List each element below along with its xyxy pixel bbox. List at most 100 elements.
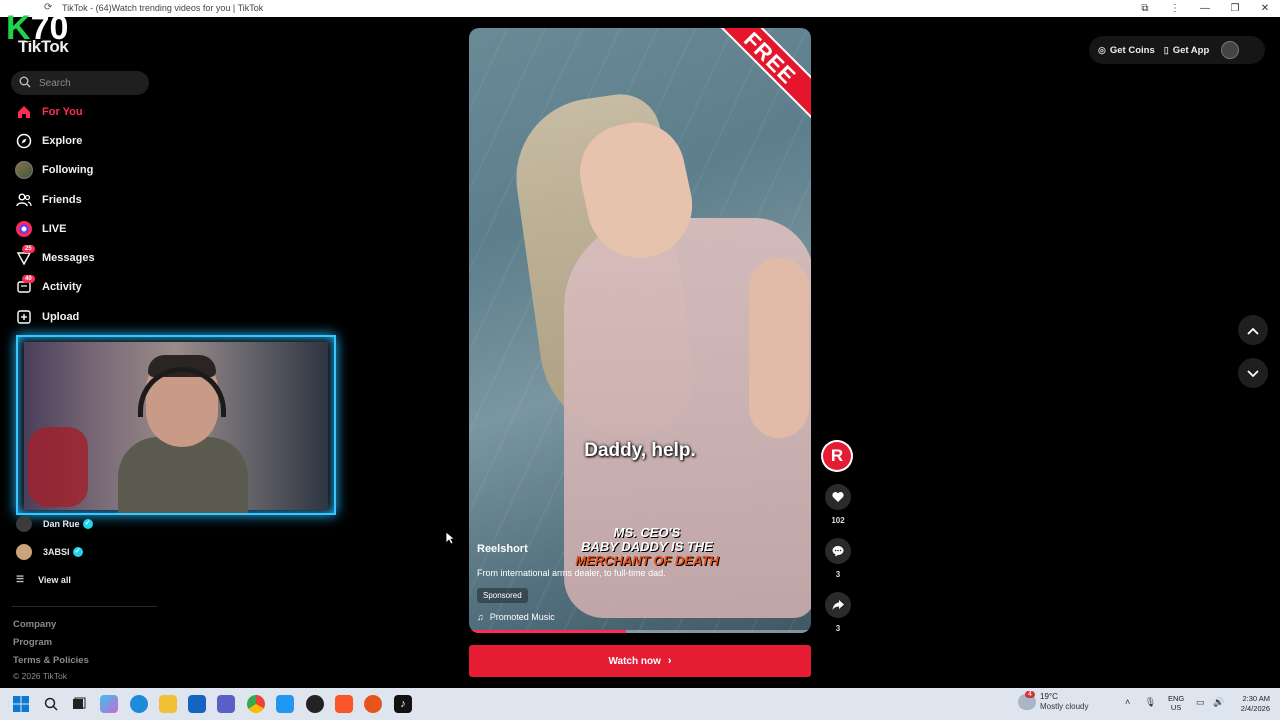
share-icon — [832, 600, 844, 610]
copilot-icon[interactable] — [100, 695, 118, 713]
sidebar-divider — [12, 606, 157, 607]
watch-now-button[interactable]: Watch now › — [469, 645, 811, 677]
edge-icon[interactable] — [130, 695, 148, 713]
avatar — [16, 516, 32, 532]
overlay-k-letter: K — [6, 9, 31, 47]
previous-video-button[interactable] — [1238, 315, 1268, 345]
footer-links: Company Program Terms & Policies — [13, 619, 89, 673]
nav-label: Upload — [42, 310, 80, 323]
microsoft-store-icon[interactable] — [188, 695, 206, 713]
nav-item-upload[interactable]: Upload — [14, 302, 154, 331]
footer-link-company[interactable]: Company — [13, 619, 89, 637]
watch-now-label: Watch now — [608, 655, 661, 667]
clock-date: 2/4/2026 — [1240, 704, 1270, 713]
get-app-button[interactable]: ▯ Get App — [1164, 45, 1210, 56]
nav-item-for-you[interactable]: For You — [14, 97, 154, 126]
tiktok-taskbar-icon[interactable]: ♪ — [394, 695, 412, 713]
weather-widget[interactable]: 4 19°C Mostly cloudy — [1018, 690, 1089, 711]
home-icon — [14, 102, 34, 122]
minimize-button[interactable]: — — [1190, 3, 1220, 14]
nav-item-explore[interactable]: Explore — [14, 126, 154, 155]
language-indicator[interactable]: ENG US — [1168, 694, 1184, 712]
nav-item-live[interactable]: LIVE — [14, 214, 154, 243]
search-box[interactable] — [11, 71, 149, 95]
search-icon — [19, 76, 33, 90]
video-description: From international arms dealer, to full-… — [477, 568, 666, 578]
copyright-text: © 2026 TikTok — [13, 671, 67, 681]
nav-label: For You — [42, 105, 83, 118]
nav-label: Activity — [42, 281, 82, 294]
network-icon[interactable]: ▭ — [1196, 697, 1205, 708]
next-video-button[interactable] — [1238, 358, 1268, 388]
windows-taskbar: ♪ 4 19°C Mostly cloudy ˄ 🎙 ENG US ▭ 🔊 2:… — [0, 688, 1280, 720]
chevron-down-icon — [1247, 366, 1259, 381]
system-tray[interactable]: ˄ 🎙 — [1125, 697, 1156, 708]
sponsored-badge: Sponsored — [477, 588, 528, 603]
app-icon[interactable] — [364, 695, 382, 713]
view-all-link[interactable]: ☰ View all — [16, 574, 71, 585]
video-music[interactable]: ♫ Promoted Music — [477, 612, 555, 622]
video-progress-bar[interactable] — [469, 630, 811, 633]
video-progress-fill — [469, 630, 627, 633]
comment-count: 3 — [835, 570, 841, 579]
chrome-icon[interactable] — [247, 695, 265, 713]
cloud-icon: 4 — [1018, 690, 1036, 710]
music-label: Promoted Music — [489, 612, 555, 622]
obs-icon[interactable] — [306, 695, 324, 713]
brave-icon[interactable] — [335, 695, 353, 713]
teams-icon[interactable] — [217, 695, 235, 713]
weather-description: Mostly cloudy — [1040, 702, 1089, 711]
list-icon: ☰ — [16, 574, 25, 584]
profile-avatar[interactable] — [1221, 41, 1240, 59]
video-subtitle: Daddy, help. — [584, 440, 696, 461]
verified-icon: ✓ — [82, 519, 93, 529]
streamer-overlay-logo: K70 — [6, 9, 68, 48]
messages-badge: 25 — [22, 245, 35, 254]
search-icon[interactable] — [42, 695, 60, 713]
view-all-label: View all — [38, 574, 71, 585]
mouse-cursor-icon — [445, 531, 455, 545]
app-icon[interactable] — [276, 695, 294, 713]
windows-start-icon[interactable] — [12, 695, 30, 713]
nav-item-friends[interactable]: Friends — [14, 185, 154, 214]
creator-avatar[interactable]: R — [821, 440, 853, 472]
footer-link-program[interactable]: Program — [13, 637, 89, 655]
tiktok-app: TikTok K70 For You Explore Following — [0, 9, 1280, 688]
header-actions: ◎ Get Coins ▯ Get App — [1089, 36, 1265, 64]
avatar — [16, 544, 32, 560]
webcam-overlay — [16, 335, 336, 515]
chevron-up-icon[interactable]: ˄ — [1125, 697, 1130, 707]
comment-icon — [832, 546, 844, 557]
nav-item-messages[interactable]: 25 Messages — [14, 243, 154, 272]
volume-icon[interactable]: 🔊 — [1213, 697, 1224, 708]
video-author[interactable]: Reelshort — [477, 543, 528, 555]
get-coins-label: Get Coins — [1109, 44, 1155, 56]
task-view-icon[interactable] — [70, 695, 88, 713]
video-action-bar: R 102 3 3 — [821, 440, 855, 633]
activity-badge: 40 — [22, 274, 35, 283]
video-player[interactable]: FREE Daddy, help. MS. CEO'S BABY DADDY I… — [469, 28, 811, 633]
clock[interactable]: 2:30 AM 2/4/2026 — [1230, 694, 1270, 714]
chevron-up-icon — [1247, 323, 1259, 338]
comment-button[interactable] — [825, 538, 851, 564]
compass-icon — [14, 131, 34, 151]
restore-button[interactable]: ❐ — [1220, 3, 1250, 14]
following-account-name: Dan Rue — [43, 519, 80, 529]
nav-item-following[interactable]: Following — [14, 156, 154, 185]
creator-avatar-letter: R — [823, 442, 851, 470]
share-button[interactable] — [825, 592, 851, 618]
phone-icon: ▯ — [1163, 44, 1169, 55]
following-account[interactable]: 3ABSI ✓ — [16, 542, 83, 562]
show-title-graphic: MS. CEO'S BABY DADDY IS THE MERCHANT OF … — [567, 526, 727, 568]
menu-kebab-icon[interactable]: ⋮ — [1160, 3, 1190, 14]
file-explorer-icon[interactable] — [159, 695, 177, 713]
following-account[interactable]: Dan Rue ✓ — [16, 514, 93, 534]
extensions-icon[interactable]: ⧉ — [1130, 3, 1160, 14]
microphone-icon[interactable]: 🎙 — [1145, 697, 1156, 707]
like-button[interactable] — [825, 484, 851, 510]
get-coins-button[interactable]: ◎ Get Coins — [1098, 45, 1155, 56]
nav-label: Following — [42, 164, 94, 177]
nav-item-activity[interactable]: 40 Activity — [14, 273, 154, 302]
close-button[interactable]: ✕ — [1250, 3, 1280, 14]
search-input[interactable] — [39, 77, 139, 89]
